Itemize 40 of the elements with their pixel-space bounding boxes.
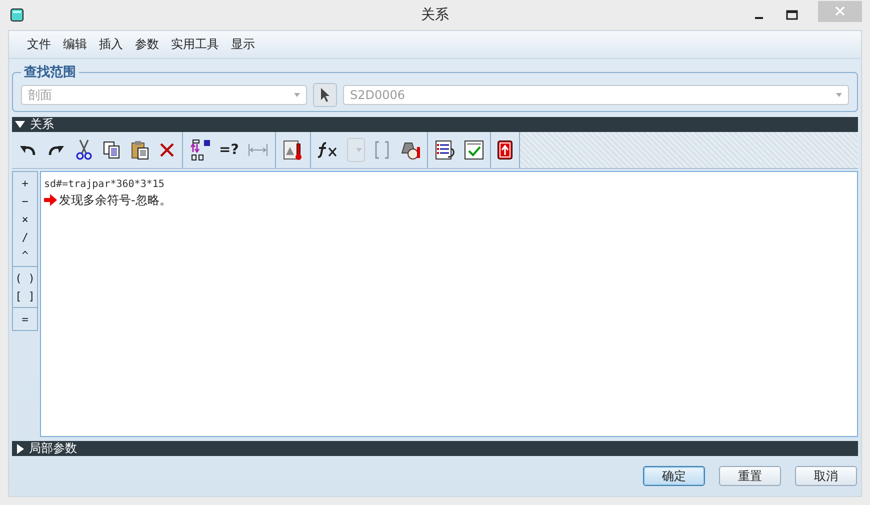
operator-button[interactable]: / bbox=[13, 228, 37, 246]
dimension-switch-icon[interactable] bbox=[189, 139, 211, 161]
dialog-button[interactable]: 确定 bbox=[643, 466, 705, 486]
operator-button[interactable]: ^ bbox=[13, 246, 37, 264]
list-icon[interactable] bbox=[434, 139, 456, 161]
menu-item[interactable]: 实用工具 bbox=[171, 36, 219, 53]
select-button[interactable] bbox=[313, 83, 337, 107]
delete-icon[interactable] bbox=[158, 141, 176, 159]
close-icon bbox=[835, 6, 845, 16]
menu-item[interactable]: 插入 bbox=[99, 36, 123, 53]
section-header[interactable]: 局部参数 bbox=[12, 441, 858, 456]
paste-icon[interactable] bbox=[130, 140, 150, 160]
dialog-button[interactable]: 取消 bbox=[795, 466, 857, 486]
function-icon[interactable] bbox=[316, 140, 339, 160]
exit-icon[interactable] bbox=[496, 140, 513, 160]
dialog-button[interactable]: 重置 bbox=[719, 466, 781, 486]
menu-item[interactable]: 参数 bbox=[135, 36, 159, 53]
arrow-icon bbox=[44, 194, 57, 206]
error-message: 发现多余符号-忽略。 bbox=[59, 192, 172, 208]
relations-editor[interactable]: sd#=trajpar*360*3*15 发现多余符号-忽略。 bbox=[40, 171, 858, 437]
operator-button[interactable]: − bbox=[13, 192, 37, 210]
group-title: 查找范围 bbox=[23, 64, 77, 81]
menu-item[interactable]: 文件 bbox=[27, 36, 51, 53]
menu-item[interactable]: 编辑 bbox=[63, 36, 87, 53]
checklist-icon[interactable] bbox=[464, 139, 484, 161]
cursor-icon bbox=[319, 87, 331, 103]
app-icon bbox=[10, 8, 24, 22]
evaluate-button[interactable]: =? bbox=[219, 142, 239, 158]
maximize-icon[interactable] bbox=[786, 10, 798, 20]
operator-button[interactable]: [ ] bbox=[13, 287, 37, 305]
thermometer-icon[interactable] bbox=[282, 139, 304, 161]
operator-button[interactable]: + bbox=[13, 174, 37, 192]
operator-button[interactable]: ( ) bbox=[13, 269, 37, 287]
section-header[interactable]: 关系 bbox=[12, 117, 858, 132]
operator-button[interactable]: × bbox=[13, 210, 37, 228]
copy-icon[interactable] bbox=[102, 140, 122, 160]
menu-item[interactable]: 显示 bbox=[231, 36, 255, 53]
code-line: sd#=trajpar*360*3*15 bbox=[44, 178, 164, 190]
scissors-icon[interactable] bbox=[74, 139, 94, 161]
window-title: 关系 bbox=[420, 6, 450, 24]
